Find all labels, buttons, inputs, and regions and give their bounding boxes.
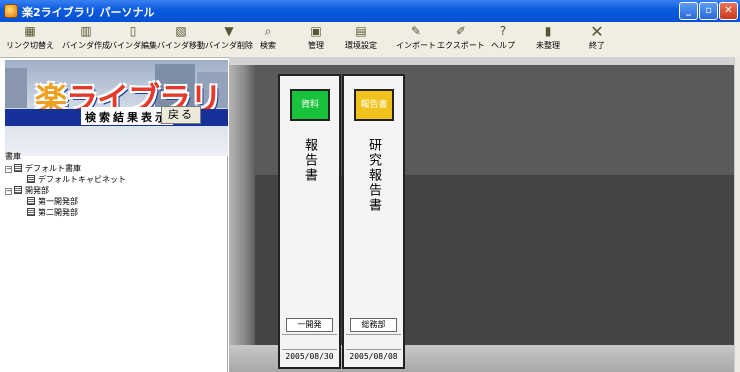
binder-date: 2005/08/08 — [349, 352, 398, 361]
binder-department: 一開発 — [286, 318, 333, 332]
binder-edit-button[interactable]: ▯ バインダ編集 — [109, 25, 157, 51]
tree-node-dev-2[interactable]: 第二開発部 — [27, 208, 78, 218]
search-button[interactable]: ⌕ 検索 — [260, 25, 276, 51]
archive-icon — [14, 186, 22, 194]
search-result-label: 検索結果表示 — [81, 107, 173, 125]
help-button[interactable]: ? ヘルプ — [491, 25, 515, 51]
binder-category-label: 報告書 — [354, 89, 394, 121]
tree-node-default-archive[interactable]: − デフォルト書庫 — [5, 164, 81, 174]
binder-create-button[interactable]: ▥ バインダ作成 — [62, 25, 110, 51]
toolbar: ▦ リンク切替え ▥ バインダ作成 ▯ バインダ編集 ▧ バインダ移動 ▼ バイ… — [0, 22, 740, 58]
collapse-icon[interactable]: − — [5, 188, 12, 195]
binder-edit-icon: ▯ — [129, 24, 137, 38]
binder-delete-button[interactable]: ▼ バインダ削除 — [205, 25, 253, 51]
settings-icon: ▤ — [355, 24, 367, 38]
tree-node-development[interactable]: − 開発部 — [5, 186, 49, 196]
export-icon: ✐ — [455, 24, 466, 38]
binder-title: 研究報告書 — [366, 138, 381, 213]
back-button[interactable]: 戻る — [161, 106, 201, 124]
collapse-icon[interactable]: − — [5, 166, 12, 173]
binder-label-lines — [346, 334, 401, 350]
close-button[interactable]: ✕ — [719, 2, 738, 20]
binder-move-button[interactable]: ▧ バインダ移動 — [157, 25, 205, 51]
library-banner: 楽ライブラリ 検索結果表示 戻る — [5, 60, 228, 156]
binder[interactable]: 資料 報告書 一開発 2005/08/30 — [278, 74, 341, 369]
restore-button[interactable]: ▫ — [699, 2, 718, 20]
import-button[interactable]: ✎ インポート — [396, 25, 436, 51]
binder-move-icon: ▧ — [175, 24, 187, 38]
settings-button[interactable]: ▤ 環境設定 — [345, 25, 377, 51]
exit-icon: ✕ — [590, 22, 604, 41]
link-toggle-button[interactable]: ▦ リンク切替え — [6, 25, 54, 51]
binder-department: 総務部 — [350, 318, 397, 332]
cabinet-icon — [27, 197, 35, 205]
tree-node-default-cabinet[interactable]: デフォルトキャビネット — [27, 175, 126, 185]
binder-label-lines — [282, 334, 337, 350]
manage-icon: ▣ — [310, 24, 322, 38]
binder-title: 報告書 — [302, 138, 317, 183]
cabinet-icon — [27, 208, 35, 216]
help-icon: ? — [499, 24, 507, 38]
binder-date: 2005/08/30 — [285, 352, 334, 361]
binder[interactable]: 報告書 研究報告書 総務部 2005/08/08 — [342, 74, 405, 369]
app-icon — [4, 4, 18, 18]
unsorted-icon: ▮ — [544, 24, 552, 38]
tree-node-dev-1[interactable]: 第一開発部 — [27, 197, 78, 207]
shelf-side-wall — [229, 65, 255, 372]
tree-root[interactable]: 書庫 — [5, 152, 21, 162]
binder-create-icon: ▥ — [80, 24, 92, 38]
window-title: 楽2ライブラリ パーソナル — [22, 6, 155, 19]
minimize-button[interactable]: _ — [679, 2, 698, 20]
binder-category-label: 資料 — [290, 89, 330, 121]
left-pane: 楽ライブラリ 検索結果表示 戻る 書庫 − デフォルト書庫 デフォルトキャビネット… — [5, 60, 228, 372]
shelf-top — [229, 57, 734, 65]
title-bar: 楽2ライブラリ パーソナル _ ▫ ✕ — [0, 0, 740, 22]
search-icon: ⌕ — [264, 24, 272, 38]
link-toggle-icon: ▦ — [24, 24, 36, 38]
manage-button[interactable]: ▣ 管理 — [308, 25, 324, 51]
import-icon: ✎ — [410, 24, 422, 38]
unsorted-button[interactable]: ▮ 未整理 — [536, 25, 560, 51]
binder-delete-icon: ▼ — [224, 24, 234, 38]
export-button[interactable]: ✐ エクスポート — [437, 25, 485, 51]
bookshelf: 資料 報告書 一開発 2005/08/30 報告書 研究報告書 総務部 2005… — [229, 57, 734, 372]
vertical-scrollbar[interactable] — [734, 57, 740, 372]
building-image — [5, 68, 27, 108]
archive-icon — [14, 164, 22, 172]
cabinet-icon — [27, 175, 35, 183]
exit-button[interactable]: ✕ 終了 — [589, 22, 605, 51]
